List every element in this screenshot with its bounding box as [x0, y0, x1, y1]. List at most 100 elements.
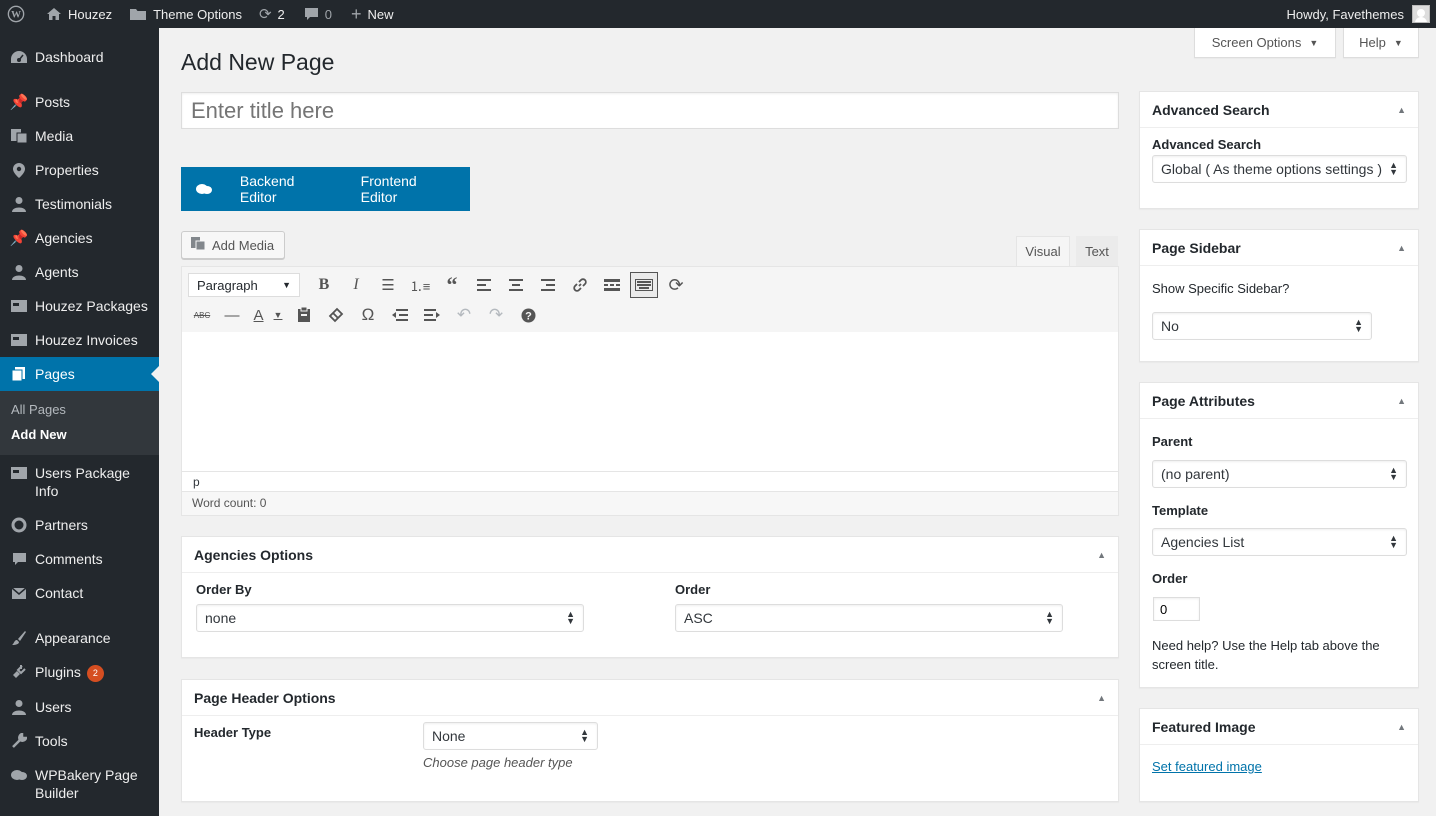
- advanced-search-select[interactable]: Global ( As theme options settings ) ▲ ▼: [1152, 155, 1407, 183]
- new-content-link[interactable]: + New: [339, 0, 401, 28]
- svg-text:?: ?: [525, 310, 532, 322]
- format-select[interactable]: Paragraph ▼: [188, 273, 300, 297]
- sidebar-item-label: Tools: [35, 732, 68, 749]
- featured-image-header[interactable]: Featured Image ▲: [1140, 709, 1418, 745]
- sidebar-item-houzez-invoices[interactable]: Houzez Invoices: [0, 323, 159, 357]
- horizontal-line-icon[interactable]: —: [216, 301, 248, 329]
- help-icon[interactable]: ?: [512, 301, 544, 329]
- collapse-arrow-icon[interactable]: ▲: [1397, 105, 1406, 115]
- sidebar-item-tools[interactable]: Tools: [0, 724, 159, 758]
- wrench-icon: [9, 732, 29, 750]
- sidebar-item-appearance[interactable]: Appearance: [0, 621, 159, 655]
- help-button[interactable]: Help ▼: [1343, 28, 1419, 58]
- collapse-arrow-icon[interactable]: ▲: [1397, 722, 1406, 732]
- order-input[interactable]: [1153, 597, 1200, 621]
- sidebar-item-agencies[interactable]: 📌 Agencies: [0, 221, 159, 255]
- collapse-arrow-icon[interactable]: ▲: [1097, 693, 1106, 703]
- select-arrows-icon: ▲ ▼: [566, 609, 575, 626]
- numbered-list-icon[interactable]: ⒈≡: [404, 271, 436, 299]
- comments-link[interactable]: 0: [292, 0, 339, 28]
- link-icon[interactable]: [564, 271, 596, 299]
- updates-link[interactable]: ⟳ 2: [249, 0, 292, 28]
- agencies-options-header[interactable]: Agencies Options ▲: [182, 537, 1118, 573]
- sidebar-item-testimonials[interactable]: Testimonials: [0, 187, 159, 221]
- bold-icon[interactable]: B: [308, 271, 340, 299]
- wpbakery-icon: [9, 766, 29, 784]
- my-account[interactable]: Howdy, Favethemes: [1286, 5, 1436, 23]
- sidebar-item-properties[interactable]: Properties: [0, 153, 159, 187]
- bullet-list-icon[interactable]: ☰: [372, 271, 404, 299]
- theme-options-label: Theme Options: [153, 6, 242, 22]
- submenu-add-new[interactable]: Add New: [0, 422, 159, 447]
- sidebar-item-pages[interactable]: Pages: [0, 357, 159, 391]
- pages-submenu: All Pages Add New: [0, 391, 159, 455]
- strikethrough-icon[interactable]: ABC: [188, 301, 216, 329]
- parent-label: Parent: [1152, 434, 1193, 449]
- page-attributes-help: Need help? Use the Help tab above the sc…: [1152, 638, 1380, 672]
- order-select[interactable]: ASC ▲ ▼: [675, 604, 1063, 632]
- sidebar-item-plugins[interactable]: Plugins 2: [0, 655, 159, 690]
- undo-icon[interactable]: ↶: [448, 301, 480, 329]
- sidebar-select[interactable]: No ▲ ▼: [1152, 312, 1372, 340]
- editor-content-area[interactable]: [181, 332, 1119, 472]
- sidebar-item-wpbakery[interactable]: WPBakery Page Builder: [0, 758, 159, 810]
- tab-text[interactable]: Text: [1076, 236, 1118, 266]
- avatar: [1412, 5, 1430, 23]
- text-color-icon[interactable]: A ▼: [248, 301, 288, 329]
- header-type-hint: Choose page header type: [423, 755, 573, 770]
- sidebar-item-dashboard[interactable]: Dashboard: [0, 40, 159, 74]
- collapse-arrow-icon[interactable]: ▲: [1397, 396, 1406, 406]
- add-media-button[interactable]: Add Media: [181, 231, 285, 259]
- toolbar-toggle-icon[interactable]: [630, 272, 658, 298]
- site-name-link[interactable]: Houzez: [32, 0, 119, 28]
- special-character-icon[interactable]: Ω: [352, 301, 384, 329]
- template-select[interactable]: Agencies List ▲ ▼: [1152, 528, 1407, 556]
- clear-formatting-icon[interactable]: [320, 301, 352, 329]
- redo-icon[interactable]: ↷: [480, 301, 512, 329]
- set-featured-image-link[interactable]: Set featured image: [1152, 759, 1262, 774]
- sidebar-item-users[interactable]: Users: [0, 690, 159, 724]
- page-header-options-header[interactable]: Page Header Options ▲: [182, 680, 1118, 716]
- page-sidebar-header[interactable]: Page Sidebar ▲: [1140, 230, 1418, 266]
- page-attributes-header[interactable]: Page Attributes ▲: [1140, 383, 1418, 419]
- order-by-select[interactable]: none ▲ ▼: [196, 604, 584, 632]
- parent-value: (no parent): [1161, 466, 1230, 482]
- sidebar-item-label: Properties: [35, 162, 99, 178]
- sidebar-item-houzez-packages[interactable]: Houzez Packages: [0, 289, 159, 323]
- align-right-icon[interactable]: [532, 271, 564, 299]
- frontend-editor-button[interactable]: Frontend Editor: [348, 167, 470, 211]
- submenu-all-pages[interactable]: All Pages: [0, 397, 159, 422]
- sidebar-item-posts[interactable]: 📌 Posts: [0, 85, 159, 119]
- backend-editor-button[interactable]: Backend Editor: [227, 167, 348, 211]
- indent-icon[interactable]: [416, 301, 448, 329]
- svg-text:W: W: [11, 10, 21, 21]
- screen-options-button[interactable]: Screen Options ▼: [1194, 28, 1336, 58]
- tab-visual[interactable]: Visual: [1016, 236, 1070, 266]
- add-media-label: Add Media: [212, 237, 275, 253]
- title-input[interactable]: [181, 92, 1119, 129]
- parent-select[interactable]: (no parent) ▲ ▼: [1152, 460, 1407, 488]
- align-center-icon[interactable]: [500, 271, 532, 299]
- collapse-arrow-icon[interactable]: ▲: [1097, 550, 1106, 560]
- sidebar-item-partners[interactable]: Partners: [0, 508, 159, 542]
- header-type-select[interactable]: None ▲ ▼: [423, 722, 598, 750]
- read-more-icon[interactable]: [596, 271, 628, 299]
- sidebar-item-users-package-info[interactable]: Users Package Info: [0, 455, 159, 508]
- outdent-icon[interactable]: [384, 301, 416, 329]
- blockquote-icon[interactable]: “: [436, 271, 468, 299]
- sidebar-item-agents[interactable]: Agents: [0, 255, 159, 289]
- sidebar-item-comments[interactable]: Comments: [0, 542, 159, 576]
- paste-text-icon[interactable]: [288, 301, 320, 329]
- sidebar-item-contact[interactable]: Contact: [0, 576, 159, 610]
- wpbakery-sync-icon[interactable]: ⟳: [660, 271, 692, 299]
- user-icon: [9, 195, 29, 213]
- wordpress-logo[interactable]: W: [0, 0, 32, 28]
- advanced-search-header[interactable]: Advanced Search ▲: [1140, 92, 1418, 128]
- sidebar-item-media[interactable]: Media: [0, 119, 159, 153]
- align-left-icon[interactable]: [468, 271, 500, 299]
- package-icon: [9, 464, 29, 482]
- sidebar-item-label: Posts: [35, 94, 71, 110]
- theme-options-link[interactable]: Theme Options: [119, 0, 249, 28]
- italic-icon[interactable]: I: [340, 271, 372, 299]
- collapse-arrow-icon[interactable]: ▲: [1397, 243, 1406, 253]
